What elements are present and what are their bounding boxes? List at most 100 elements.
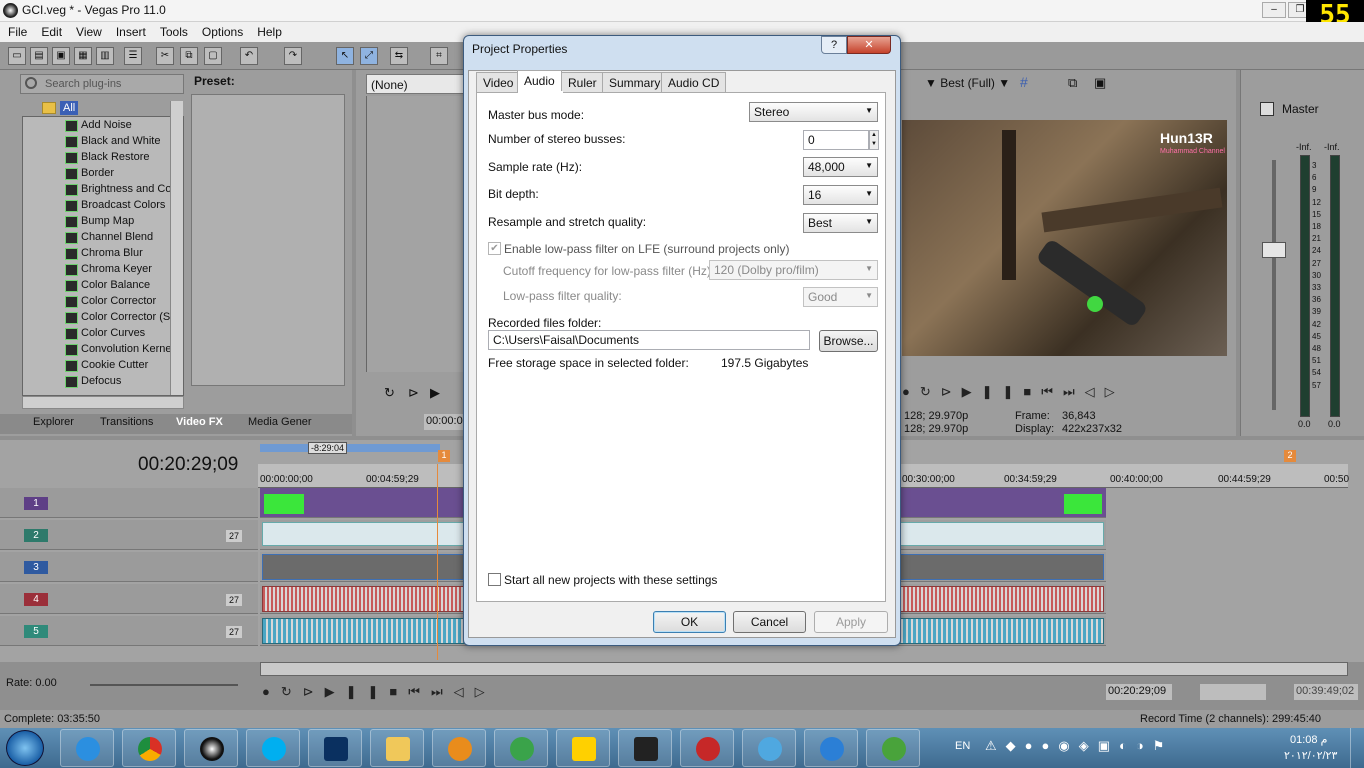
trimmer-combo[interactable]: (None) — [366, 74, 466, 94]
taskbar-headphones[interactable] — [432, 729, 486, 767]
taskbar-skype[interactable] — [246, 729, 300, 767]
track-header[interactable]: 3 — [0, 552, 258, 582]
apply-button[interactable]: Apply — [814, 611, 888, 633]
master-bus-select[interactable]: Stereo — [749, 102, 878, 122]
cut-icon[interactable]: ✂ — [156, 47, 174, 65]
end-time[interactable]: 00:39:49;02 — [1294, 684, 1358, 700]
tree-hscrollbar[interactable] — [22, 396, 184, 409]
paste-icon[interactable]: ▢ — [204, 47, 222, 65]
tab-media-generators[interactable]: Media Gener — [248, 416, 312, 428]
tab-audio-cd[interactable]: Audio CD — [661, 72, 727, 92]
cutoff-select[interactable]: 120 (Dolby pro/film) — [709, 260, 878, 280]
marker-1[interactable]: 1 — [438, 450, 450, 462]
taskbar-app-green[interactable] — [494, 729, 548, 767]
menu-view[interactable]: View — [68, 22, 108, 39]
plugin-item[interactable]: Chroma Blur — [23, 245, 183, 261]
cursor-time[interactable]: 00:20:29;09 — [1106, 684, 1172, 700]
menu-insert[interactable]: Insert — [108, 22, 152, 39]
plugin-item[interactable]: Color Balance — [23, 277, 183, 293]
language-indicator[interactable]: EN — [955, 740, 970, 752]
start-button[interactable] — [6, 730, 44, 766]
sample-rate-select[interactable]: 48,000 — [803, 157, 878, 177]
lp-quality-select[interactable]: Good — [803, 287, 878, 307]
browse-button[interactable]: Browse... — [819, 330, 878, 352]
taskbar-chrome[interactable] — [122, 729, 176, 767]
track-header[interactable]: 1 — [0, 488, 258, 518]
save-snapshot-icon[interactable]: ▣ — [1094, 75, 1106, 91]
tab-summary[interactable]: Summary — [602, 72, 668, 92]
tab-video[interactable]: Video — [476, 72, 521, 92]
taskbar-vegas[interactable] — [184, 729, 238, 767]
render-icon[interactable]: ▥ — [96, 47, 114, 65]
resample-select[interactable]: Best — [803, 213, 878, 233]
menu-tools[interactable]: Tools — [152, 22, 194, 39]
plugin-item[interactable]: Color Corrector — [23, 293, 183, 309]
master-fader[interactable] — [1262, 242, 1286, 258]
tree-scrollbar[interactable] — [170, 101, 183, 395]
redo-icon[interactable]: ↷ — [284, 47, 302, 65]
save-icon[interactable]: ▣ — [52, 47, 70, 65]
normal-edit-tool-icon[interactable]: ↖ — [336, 47, 354, 65]
copy-icon[interactable]: ⧉ — [180, 47, 198, 65]
tab-ruler[interactable]: Ruler — [561, 72, 604, 92]
taskbar-photoshop[interactable] — [308, 729, 362, 767]
timeline-hscrollbar[interactable] — [260, 662, 1348, 676]
bit-depth-select[interactable]: 16 — [803, 185, 878, 205]
plugin-item[interactable]: Color Corrector (S — [23, 309, 183, 325]
new-icon[interactable]: ▭ — [8, 47, 26, 65]
menu-options[interactable]: Options — [194, 22, 249, 39]
taskbar-media[interactable] — [618, 729, 672, 767]
start-all-checkbox[interactable] — [488, 573, 501, 586]
track-header[interactable]: 2 27 — [0, 520, 258, 550]
plugin-item[interactable]: Add Noise — [23, 117, 183, 133]
plugin-item[interactable]: Cookie Cutter — [23, 357, 183, 373]
tab-transitions[interactable]: Transitions — [100, 416, 153, 428]
clock-date[interactable]: ٢٠١٢/٠٢/٢٣ — [1284, 749, 1337, 762]
plugin-item[interactable]: Black Restore — [23, 149, 183, 165]
properties-icon[interactable]: ☰ — [124, 47, 142, 65]
clip-green[interactable] — [264, 494, 304, 514]
lfe-checkbox[interactable]: ✔ — [488, 242, 501, 255]
clock-time[interactable]: 01:08 م — [1290, 733, 1327, 746]
spinner-arrows[interactable]: ▲ ▼ — [869, 130, 879, 150]
plugin-item[interactable]: Broadcast Colors — [23, 197, 183, 213]
stereo-busses-spinner[interactable]: 0 — [803, 130, 869, 150]
cancel-button[interactable]: Cancel — [733, 611, 806, 633]
track-header[interactable]: 4 27 — [0, 584, 258, 614]
auto-ripple-icon[interactable]: ⇆ — [390, 47, 408, 65]
preview-quality[interactable]: ▼ Best (Full) ▼ — [925, 76, 1010, 90]
envelope-tool-icon[interactable]: ⤢ — [360, 47, 378, 65]
tree-root-all[interactable]: All — [60, 101, 79, 115]
taskbar-download[interactable] — [680, 729, 734, 767]
taskbar-monitor[interactable] — [556, 729, 610, 767]
save-as-icon[interactable]: ▦ — [74, 47, 92, 65]
taskbar-audio[interactable] — [742, 729, 796, 767]
menu-edit[interactable]: Edit — [33, 22, 68, 39]
plugin-item[interactable]: Black and White — [23, 133, 183, 149]
playhead[interactable] — [437, 464, 438, 660]
minimize-button[interactable]: ‒ — [1262, 2, 1286, 18]
plugin-item[interactable]: Defocus — [23, 373, 183, 389]
play-icon[interactable]: ⊳ — [408, 385, 419, 401]
plugin-item[interactable]: Border — [23, 165, 183, 181]
search-plugins-input[interactable]: Search plug-ins — [20, 74, 184, 94]
plugin-item[interactable]: Chroma Keyer — [23, 261, 183, 277]
menu-file[interactable]: File — [0, 22, 33, 39]
plugin-item[interactable]: Convolution Kerne — [23, 341, 183, 357]
show-desktop-button[interactable] — [1350, 728, 1364, 768]
loop-icon[interactable]: ↻ — [384, 385, 395, 401]
grid-icon[interactable]: # — [1020, 74, 1028, 90]
marker-2[interactable]: 2 — [1284, 450, 1296, 462]
clip-green[interactable] — [1064, 494, 1102, 514]
tab-audio[interactable]: Audio — [517, 70, 562, 93]
tab-explorer[interactable]: Explorer — [33, 416, 74, 428]
menu-help[interactable]: Help — [249, 22, 288, 39]
ok-button[interactable]: OK — [653, 611, 726, 633]
play-normal-icon[interactable]: ▶ — [430, 385, 440, 401]
tab-video-fx[interactable]: Video FX — [176, 416, 223, 428]
copy-snapshot-icon[interactable]: ⧉ — [1068, 75, 1077, 91]
undo-icon[interactable]: ↶ — [240, 47, 258, 65]
taskbar-utorrent[interactable] — [866, 729, 920, 767]
taskbar-explorer[interactable] — [370, 729, 424, 767]
open-icon[interactable]: ▤ — [30, 47, 48, 65]
